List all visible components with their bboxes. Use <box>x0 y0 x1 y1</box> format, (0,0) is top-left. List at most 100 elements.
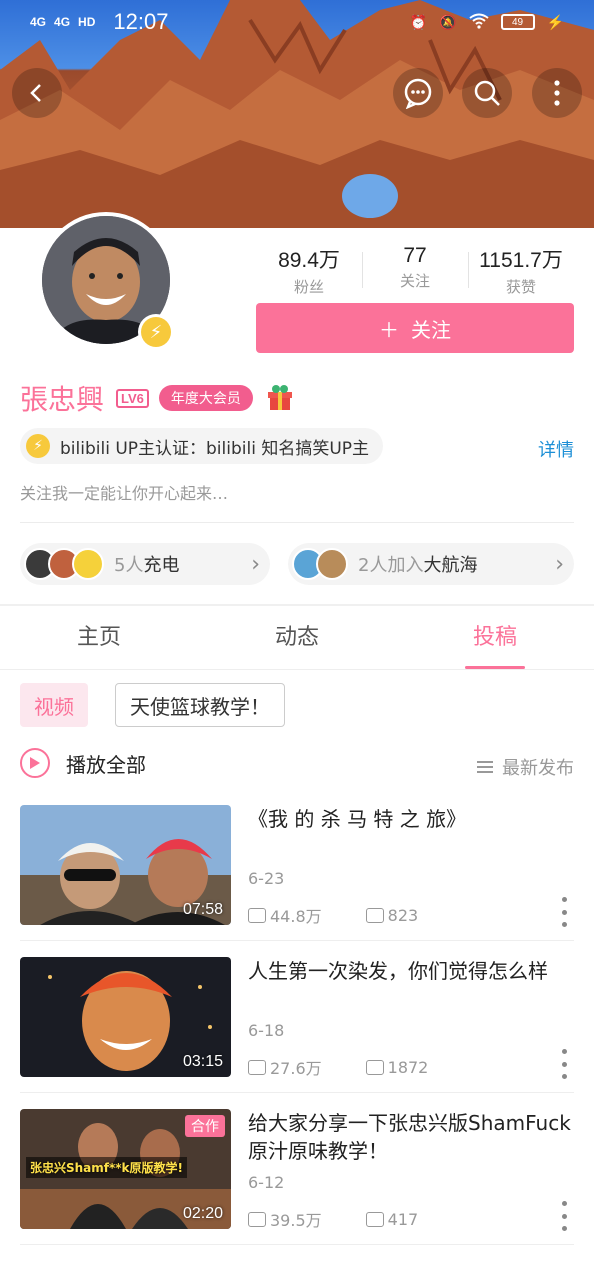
video-title: 人生第一次染发，你们觉得怎么样 <box>248 959 548 983</box>
hd-indicator: HD <box>78 15 96 29</box>
tab-home[interactable]: 主页 <box>0 606 198 669</box>
play-count-icon <box>248 1211 266 1227</box>
divider <box>20 940 574 941</box>
more-vertical-icon[interactable] <box>562 1201 568 1231</box>
sort-button[interactable]: 最新发布 <box>476 754 574 780</box>
username: 張忠興 <box>20 383 105 416</box>
lightning-icon: ⚡ <box>26 434 50 458</box>
certification-pill: ⚡ bilibili UP主认证：bilibili 知名搞笑UP主 <box>20 428 384 464</box>
filter-chip-series[interactable]: 天使篮球教学！ <box>115 683 285 727</box>
back-button[interactable] <box>12 68 62 118</box>
back-arrow-icon <box>30 84 41 102</box>
video-meta: 27.6万 1872 <box>248 1055 428 1079</box>
stat-fans[interactable]: 89.4万 粉丝 <box>256 244 362 297</box>
danmaku-icon <box>365 907 384 923</box>
play-count-icon <box>248 1059 266 1075</box>
danmaku-icon <box>365 1059 384 1075</box>
stat-label: 获赞 <box>505 278 536 296</box>
play-all-button[interactable]: 播放全部 <box>20 748 146 778</box>
video-duration: 03:15 <box>182 1053 223 1070</box>
video-meta: 39.5万 417 <box>248 1207 418 1231</box>
more-vertical-icon[interactable] <box>562 897 568 927</box>
signature: 关注我一定能让你开心起来… <box>20 484 229 503</box>
video-thumbnail: 03:15 <box>20 957 231 1077</box>
charge-count: 5人 <box>114 555 144 576</box>
level-badge: LV6 <box>116 388 149 408</box>
certification-text: bilibili UP主认证：bilibili 知名搞笑UP主 <box>60 438 370 459</box>
video-title: 《我 的 杀 马 特 之 旅》 <box>248 807 467 831</box>
more-button[interactable] <box>532 68 582 118</box>
lightning-icon: ⚡ <box>141 317 171 347</box>
charge-label: 充电 <box>143 555 180 576</box>
charging-icon: ⚡ <box>546 13 564 30</box>
voyage-count: 2人加入 <box>358 555 424 576</box>
stat-value: 77 <box>403 244 427 267</box>
list-icon <box>477 761 493 773</box>
stat-value: 89.4万 <box>278 249 340 272</box>
chevron-right-icon: › <box>251 551 260 577</box>
view-count: 44.8万 <box>270 907 322 926</box>
play-count-icon <box>248 907 266 923</box>
danmaku-count: 1872 <box>387 1057 429 1077</box>
divider <box>20 1244 574 1245</box>
stat-label: 粉丝 <box>293 278 324 296</box>
status-time: 12:07 <box>113 9 169 34</box>
charge-pill[interactable]: 5人充电 › <box>20 543 270 585</box>
wifi-icon <box>468 13 489 32</box>
profile-stats: 89.4万 粉丝 77 关注 1151.7万 获赞 <box>256 244 574 297</box>
charger-avatar <box>72 548 104 580</box>
video-item[interactable]: 03:15 人生第一次染发，你们觉得怎么样 6-18 27.6万 1872 <box>20 957 574 1079</box>
collab-badge: 合作 <box>185 1115 225 1137</box>
chat-bubble-icon <box>404 78 432 109</box>
follow-label: 关注 <box>411 317 451 342</box>
video-thumbnail: 张忠兴Shamf**k原版教学! 合作 02:20 <box>20 1109 231 1229</box>
plus-icon: ＋ <box>379 317 399 342</box>
video-title: 给大家分享一下张忠兴版ShamFuck原汁原味教学！ <box>248 1111 571 1163</box>
video-meta: 44.8万 823 <box>248 903 418 927</box>
sort-label: 最新发布 <box>502 758 574 779</box>
danmaku-icon <box>365 1211 384 1227</box>
video-item[interactable]: 张忠兴Shamf**k原版教学! 合作 02:20 给大家分享一下张忠兴版Sha… <box>20 1109 574 1231</box>
message-button[interactable] <box>393 68 443 118</box>
name-row: 張忠興 LV6 年度大会员 <box>20 378 293 418</box>
video-duration: 02:20 <box>182 1205 223 1222</box>
video-date: 6-23 <box>248 869 285 888</box>
alarm-icon: ⏰ <box>409 13 428 30</box>
profile-tabs: 主页 动态 投稿 <box>0 606 594 670</box>
play-all-label: 播放全部 <box>66 752 146 777</box>
voyager-avatar <box>316 548 348 580</box>
stat-likes[interactable]: 1151.7万 获赞 <box>468 244 574 297</box>
chevron-right-icon: › <box>555 551 564 577</box>
video-item[interactable]: 07:58 《我 的 杀 马 特 之 旅》 6-23 44.8万 823 <box>20 805 574 927</box>
divider <box>20 1092 574 1093</box>
signal-4g-2: 4G <box>54 15 71 29</box>
tab-uploads[interactable]: 投稿 <box>396 606 594 669</box>
divider <box>20 522 574 523</box>
filter-chip-video[interactable]: 视频 <box>20 683 88 727</box>
more-vertical-icon[interactable] <box>562 1049 568 1079</box>
danmaku-count: 823 <box>387 905 419 925</box>
danmaku-count: 417 <box>387 1209 419 1229</box>
video-date: 6-18 <box>248 1021 285 1040</box>
play-icon <box>20 748 50 778</box>
stat-value: 1151.7万 <box>479 249 563 272</box>
tab-dynamics[interactable]: 动态 <box>198 606 396 669</box>
vip-badge[interactable]: 年度大会员 <box>158 385 253 411</box>
follow-button[interactable]: ＋ 关注 <box>256 303 574 353</box>
mute-icon: 🔕 <box>439 13 457 30</box>
gift-icon[interactable] <box>267 384 293 412</box>
view-count: 27.6万 <box>270 1059 322 1078</box>
video-duration: 07:58 <box>182 901 223 918</box>
search-button[interactable] <box>462 68 512 118</box>
verified-badge: ⚡ <box>138 314 174 350</box>
signal-4g-1: 4G <box>30 15 47 29</box>
more-vertical-icon <box>554 80 560 106</box>
stat-label: 关注 <box>399 272 430 290</box>
voyage-pill[interactable]: 2人加入大航海 › <box>288 543 574 585</box>
stat-following[interactable]: 77 关注 <box>362 244 468 297</box>
video-thumbnail: 07:58 <box>20 805 231 925</box>
status-bar: 4G 4G HD 12:07 ⏰ 🔕 49 ⚡ <box>0 0 594 44</box>
detail-link[interactable]: 详情 <box>538 436 574 462</box>
battery-indicator: 49 <box>500 14 535 30</box>
profile-banner: 4G 4G HD 12:07 ⏰ 🔕 49 ⚡ <box>0 0 594 228</box>
